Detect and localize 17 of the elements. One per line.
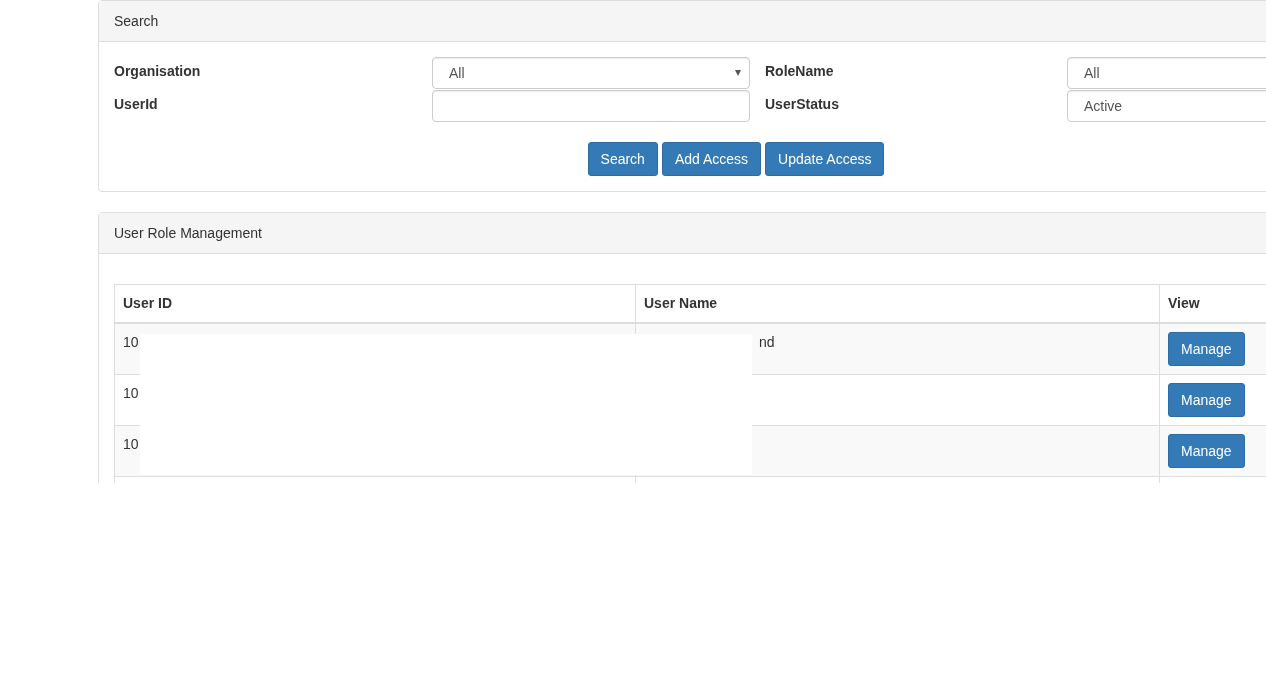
panel-title: User Role Management <box>114 225 262 241</box>
manage-button[interactable]: Manage <box>1168 332 1245 366</box>
input-field[interactable]: All <box>1067 57 1266 89</box>
action-button[interactable]: Search <box>587 142 658 176</box>
caret-icon <box>735 70 741 76</box>
panel-title: Search <box>114 13 159 29</box>
action-button[interactable]: Add Access <box>661 142 762 176</box>
field-label: UserId <box>114 95 159 114</box>
field-label: UserStatus <box>765 95 840 114</box>
manage-button[interactable]: Manage <box>1168 434 1245 468</box>
manage-button[interactable]: Manage <box>1168 383 1245 417</box>
input-field[interactable] <box>432 90 750 122</box>
select-field[interactable]: All <box>432 57 750 89</box>
field-label: Organisation <box>114 62 202 81</box>
field-label: RoleName <box>765 62 835 81</box>
action-button[interactable]: Update Access <box>765 142 885 176</box>
input-field[interactable]: Active <box>1067 90 1266 122</box>
